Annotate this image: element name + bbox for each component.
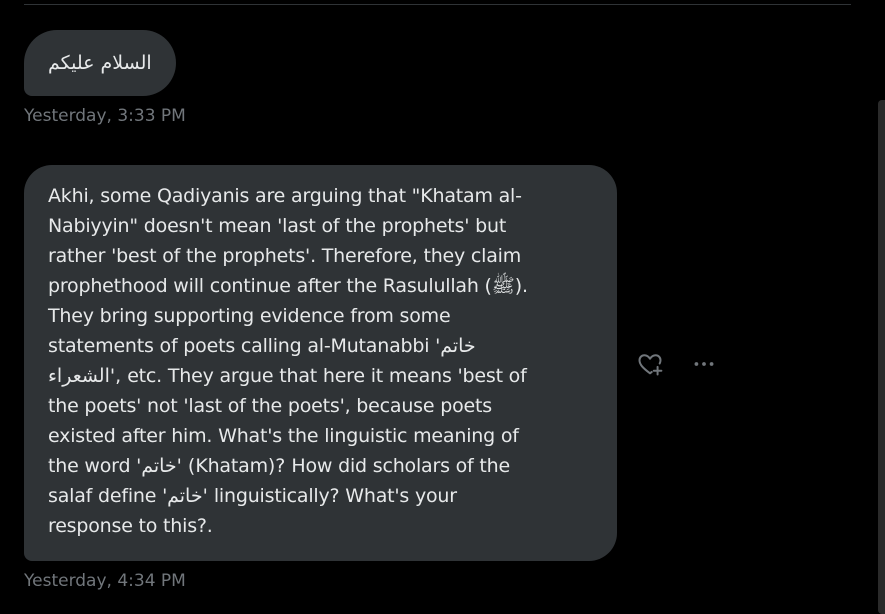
message-line: prophethood will continue after the Rasu…	[48, 275, 528, 297]
message-line: statements of poets calling al-Mutanabbi…	[48, 335, 476, 357]
message-line: response to this?.	[48, 515, 213, 537]
message-line: existed after him. What's the linguistic…	[48, 425, 519, 447]
message-line: Akhi, some Qadiyanis are arguing that "K…	[48, 185, 522, 207]
message-bubble-question: Akhi, some Qadiyanis are arguing that "K…	[24, 165, 617, 561]
message-line: They bring supporting evidence from some	[48, 305, 451, 327]
top-divider	[24, 4, 851, 5]
message-timestamp: Yesterday, 3:33 PM	[24, 106, 186, 126]
message-line: الشعراء', etc. They argue that here it m…	[48, 365, 527, 387]
heart-plus-icon[interactable]	[636, 350, 664, 378]
message-line: Nabiyyin" doesn't mean 'last of the prop…	[48, 215, 507, 237]
scrollbar[interactable]	[878, 100, 885, 614]
message-line: salaf define 'خاتم' linguistically? What…	[48, 485, 457, 507]
message-line: the word 'خاتم' (Khatam)? How did schola…	[48, 455, 510, 477]
message-bubble-greeting: السلام عليكم	[24, 30, 176, 96]
message-timestamp: Yesterday, 4:34 PM	[24, 571, 186, 591]
message-actions	[636, 350, 718, 378]
message-line: rather 'best of the prophets'. Therefore…	[48, 245, 522, 267]
message-line: the poets' not 'last of the poets', beca…	[48, 395, 492, 417]
message-text: السلام عليكم	[48, 52, 152, 74]
more-horizontal-icon[interactable]	[690, 350, 718, 378]
